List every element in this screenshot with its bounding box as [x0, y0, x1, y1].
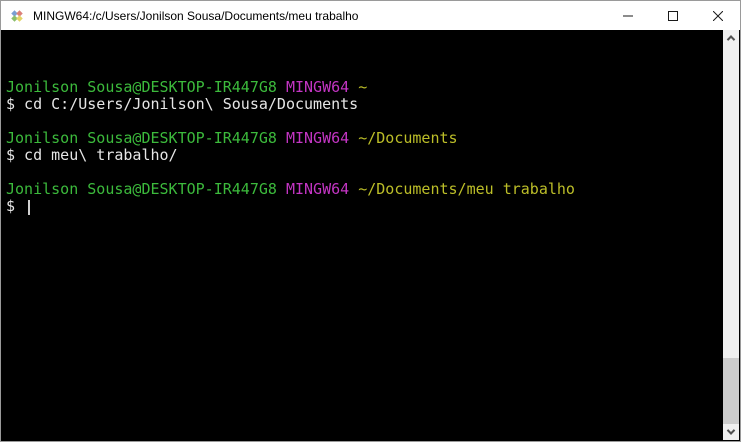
mintty-window: MINGW64:/c/Users/Jonilson Sousa/Document… — [0, 0, 741, 442]
command-text: $ cd C:/Users/Jonilson\ Sousa/Documents — [6, 95, 359, 113]
msystem-label: MINGW64 — [285, 129, 350, 147]
command-line: $ cd C:/Users/Jonilson\ Sousa/Documents — [6, 96, 720, 113]
prompt-line: Jonilson Sousa@DESKTOP-IR447G8 MINGW64 ~… — [6, 130, 720, 147]
user-host: Jonilson Sousa@DESKTOP-IR447G8 — [6, 129, 277, 147]
maximize-icon — [667, 10, 678, 21]
terminal-lines: Jonilson Sousa@DESKTOP-IR447G8 MINGW64 ~… — [6, 79, 720, 215]
user-host: Jonilson Sousa@DESKTOP-IR447G8 — [6, 78, 277, 96]
command-text: $ cd meu\ trabalho/ — [6, 146, 178, 164]
close-icon — [712, 10, 723, 21]
user-host: Jonilson Sousa@DESKTOP-IR447G8 — [6, 180, 277, 198]
text-cursor — [28, 200, 31, 215]
vertical-scrollbar[interactable] — [723, 30, 739, 440]
cwd-path: ~/Documents/meu trabalho — [358, 180, 575, 198]
prompt-line: Jonilson Sousa@DESKTOP-IR447G8 MINGW64 ~… — [6, 181, 720, 198]
window-controls — [605, 1, 740, 30]
scroll-up-button[interactable] — [723, 30, 739, 46]
chevron-down-icon — [726, 426, 736, 435]
cwd-path: ~ — [358, 78, 368, 96]
terminal-area[interactable]: Jonilson Sousa@DESKTOP-IR447G8 MINGW64 ~… — [1, 30, 740, 441]
window-title: MINGW64:/c/Users/Jonilson Sousa/Document… — [33, 8, 359, 23]
command-line: $ — [6, 198, 720, 215]
chevron-up-icon — [726, 35, 736, 44]
maximize-button[interactable] — [650, 1, 695, 30]
msystem-label: MINGW64 — [285, 180, 350, 198]
scroll-down-button[interactable] — [723, 424, 739, 440]
close-button[interactable] — [695, 1, 740, 30]
scrollbar-thumb[interactable] — [723, 358, 739, 424]
command-line: $ cd meu\ trabalho/ — [6, 147, 720, 164]
minimize-button[interactable] — [605, 1, 650, 30]
cwd-path: ~/Documents — [358, 129, 458, 147]
prompt-line: Jonilson Sousa@DESKTOP-IR447G8 MINGW64 ~ — [6, 79, 720, 96]
msystem-label: MINGW64 — [285, 78, 350, 96]
command-text: $ — [6, 197, 25, 215]
git-bash-app-icon[interactable] — [9, 8, 25, 24]
minimize-icon — [622, 15, 633, 16]
title-bar[interactable]: MINGW64:/c/Users/Jonilson Sousa/Document… — [1, 1, 740, 30]
